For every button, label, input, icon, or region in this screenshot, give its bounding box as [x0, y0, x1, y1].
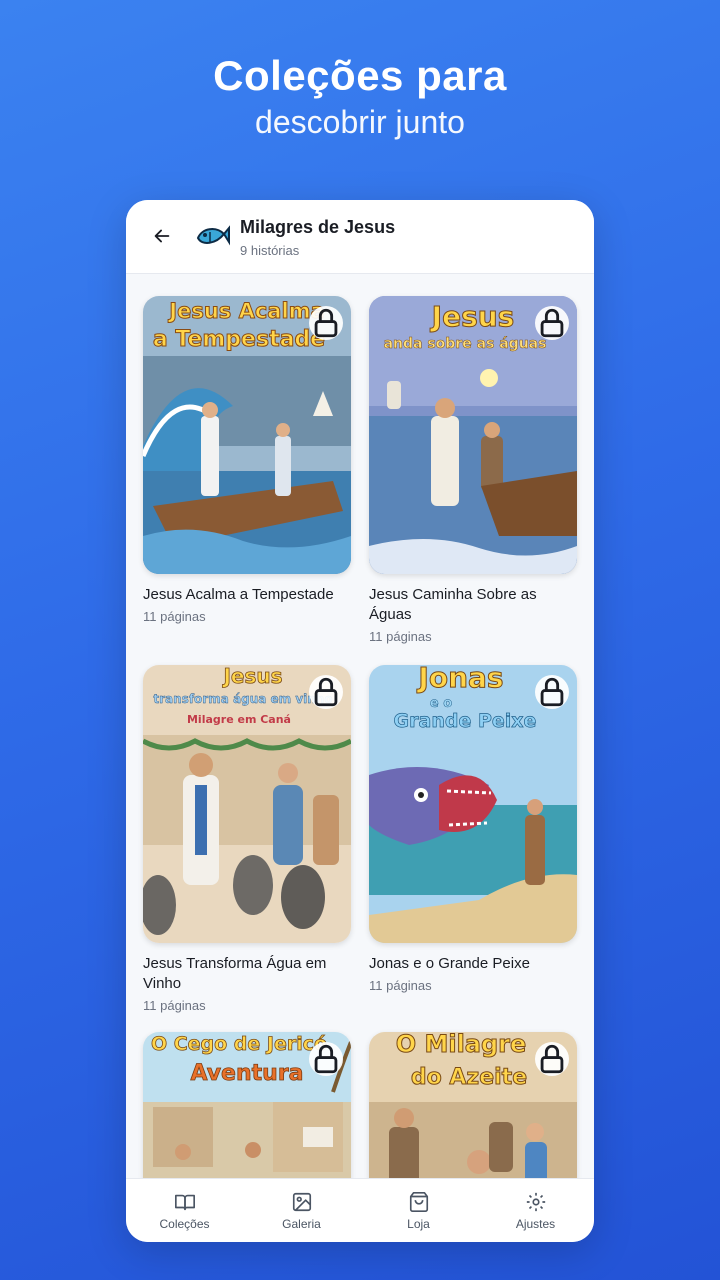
- story-card[interactable]: Jonas e o Grande Peixe Jonas e o Grande …: [369, 665, 577, 995]
- story-cover: O Milagre do Azeite: [369, 1032, 577, 1178]
- nav-label: Loja: [407, 1216, 430, 1231]
- cover-title-line3: Milagre em Caná: [187, 713, 291, 726]
- story-cover: Jesus Acalma a Tempestade: [143, 296, 351, 574]
- story-card[interactable]: O Cego de Jericó Aventura: [143, 1032, 351, 1178]
- bottom-navigation: Coleções Galeria Loja Ajustes: [126, 1178, 594, 1242]
- gear-icon: [526, 1192, 545, 1211]
- collection-count: 9 histórias: [240, 243, 300, 258]
- story-page-count: 11 páginas: [143, 998, 206, 1013]
- story-title: Jesus Caminha Sobre as Águas: [369, 586, 537, 623]
- cover-title-line1: Jonas: [416, 665, 503, 694]
- nav-loja[interactable]: Loja: [360, 1179, 477, 1242]
- headline-subtitle: descobrir junto: [255, 104, 465, 140]
- story-page-count: 11 páginas: [369, 978, 432, 993]
- locked-badge: [535, 306, 569, 340]
- lock-icon: [540, 1044, 564, 1074]
- story-page-count: 11 páginas: [143, 609, 206, 624]
- book-icon: [174, 1194, 195, 1210]
- cover-title-line1: Jesus Acalma: [167, 299, 324, 323]
- fish-icon: [196, 225, 230, 246]
- back-button[interactable]: [148, 222, 176, 250]
- lock-icon: [540, 308, 564, 338]
- story-cover: Jesus transforma água em vinho Milagre e…: [143, 665, 351, 943]
- locked-badge: [309, 675, 343, 709]
- story-grid: Jesus Acalma a Tempestade Jesus Acalma a…: [126, 274, 594, 1178]
- cover-title-line3: Grande Peixe: [394, 710, 537, 732]
- cover-title-line2: anda sobre as águas: [384, 336, 547, 352]
- image-icon: [292, 1192, 311, 1211]
- promo-headline: Coleções para descobrir junto: [0, 52, 720, 142]
- lock-icon: [540, 677, 564, 707]
- cover-title-line1: O Milagre: [396, 1032, 527, 1058]
- arrow-left-icon: [154, 229, 170, 243]
- locked-badge: [309, 1042, 343, 1076]
- story-cover: O Cego de Jericó Aventura: [143, 1032, 351, 1178]
- story-card[interactable]: Jesus anda sobre as águas Jesus Caminha …: [369, 296, 577, 646]
- lock-icon: [314, 1044, 338, 1074]
- story-page-count: 11 páginas: [369, 629, 432, 644]
- story-card[interactable]: Jesus transforma água em vinho Milagre e…: [143, 665, 351, 1015]
- nav-colecoes[interactable]: Coleções: [126, 1179, 243, 1242]
- story-cover: Jesus anda sobre as águas: [369, 296, 577, 574]
- cover-title-line2: a Tempestade: [153, 327, 325, 352]
- story-card[interactable]: Jesus Acalma a Tempestade Jesus Acalma a…: [143, 296, 351, 626]
- collection-title: Milagres de Jesus: [240, 217, 396, 237]
- cover-title-line2: do Azeite: [411, 1065, 527, 1090]
- locked-badge: [535, 675, 569, 709]
- app-screen: Milagres de Jesus 9 histórias Jesus Acal…: [126, 200, 594, 1242]
- cover-title-line1: Jesus: [430, 300, 515, 333]
- nav-label: Ajustes: [515, 1216, 556, 1231]
- lock-icon: [314, 677, 338, 707]
- story-card[interactable]: O Milagre do Azeite: [369, 1032, 577, 1178]
- story-title: Jesus Transforma Água em Vinho: [143, 955, 327, 992]
- lock-icon: [314, 308, 338, 338]
- headline-title: Coleções para: [213, 52, 507, 99]
- nav-galeria[interactable]: Galeria: [243, 1179, 360, 1242]
- nav-label: Galeria: [282, 1216, 321, 1231]
- nav-ajustes[interactable]: Ajustes: [477, 1179, 594, 1242]
- cover-title-line2: e o: [430, 696, 452, 711]
- shopping-bag-icon: [409, 1191, 428, 1212]
- story-title: Jesus Acalma a Tempestade: [143, 586, 334, 603]
- nav-label: Coleções: [159, 1216, 210, 1231]
- cover-title-line2: transforma água em vinho: [153, 692, 332, 706]
- locked-badge: [535, 1042, 569, 1076]
- cover-title-line1: Jesus: [221, 665, 282, 688]
- collection-header: Milagres de Jesus 9 histórias: [126, 200, 594, 274]
- cover-title-line2: Aventura: [190, 1061, 303, 1086]
- cover-title-line1: O Cego de Jericó: [151, 1033, 327, 1055]
- locked-badge: [309, 306, 343, 340]
- story-cover: Jonas e o Grande Peixe: [369, 665, 577, 943]
- story-title: Jonas e o Grande Peixe: [369, 955, 530, 972]
